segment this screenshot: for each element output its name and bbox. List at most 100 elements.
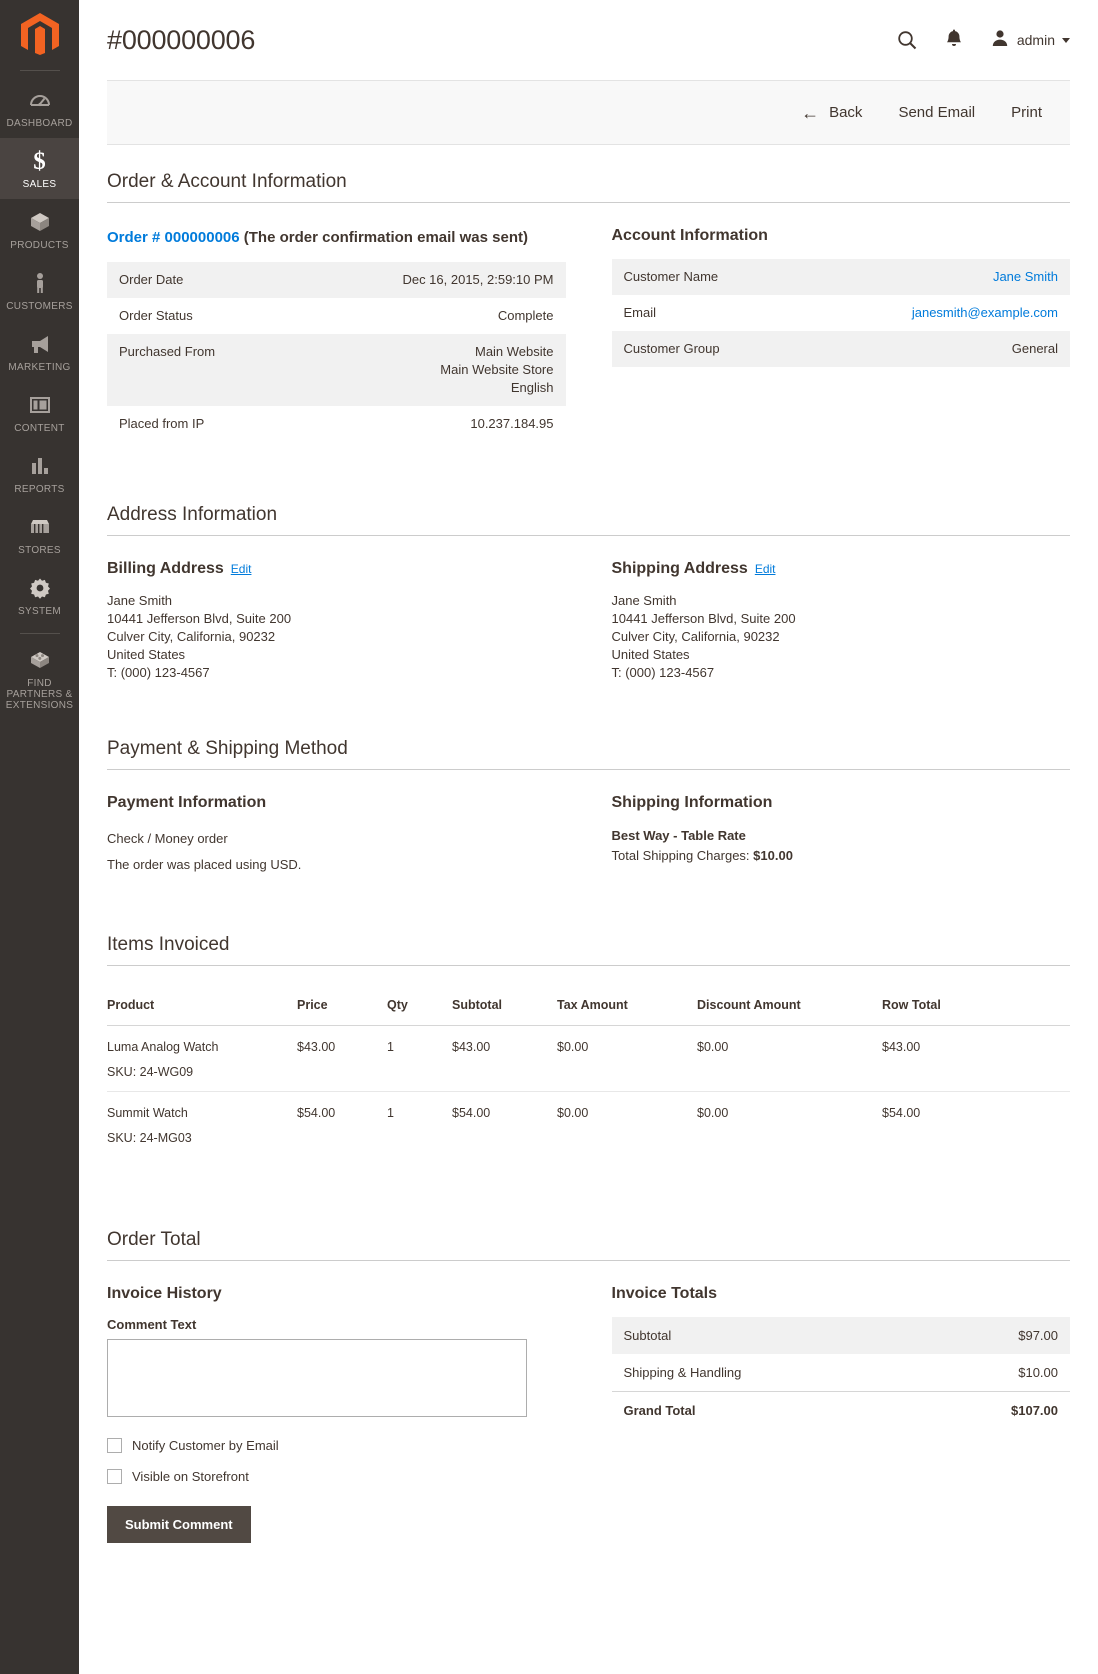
invoice-totals-table: Subtotal $97.00 Shipping & Handling $10.…: [611, 1317, 1071, 1429]
customer-email-link[interactable]: janesmith@example.com: [912, 305, 1058, 320]
order-account-columns: Order # 000000006 (The order confirmatio…: [107, 203, 1070, 442]
table-row: Luma Analog Watch SKU: 24-WG09 $43.00 1 …: [107, 1025, 1070, 1092]
chevron-down-icon: [1062, 37, 1070, 43]
billing-line: United States: [107, 647, 186, 662]
table-row: Customer Name Jane Smith: [611, 259, 1070, 295]
subtotal-label: Subtotal: [623, 1328, 672, 1343]
visible-storefront-row[interactable]: Visible on Storefront: [107, 1469, 566, 1484]
table-row: Summit Watch SKU: 24-MG03 $54.00 1 $54.0…: [107, 1092, 1070, 1158]
sidebar-item-content[interactable]: CONTENT: [0, 382, 79, 443]
bell-icon[interactable]: [944, 29, 964, 51]
notify-customer-label: Notify Customer by Email: [132, 1438, 279, 1453]
item-tax: $0.00: [557, 1106, 589, 1120]
billing-address-column: Billing Address Edit Jane Smith 10441 Jef…: [107, 536, 566, 682]
subtotal-value: $97.00: [1018, 1328, 1058, 1343]
billing-line: Culver City, California, 90232: [107, 629, 276, 644]
sidebar-item-sales[interactable]: $ SALES: [0, 138, 79, 199]
order-heading: Order # 000000006 (The order confirmatio…: [107, 227, 566, 249]
customer-name-link[interactable]: Jane Smith: [993, 269, 1058, 284]
sidebar-item-label: DASHBOARD: [6, 118, 73, 129]
account-information-column: Account Information Customer Name Jane S…: [611, 203, 1070, 442]
items-table-head: Product Price Qty Subtotal Tax Amount Di…: [107, 988, 1070, 1026]
comment-textarea[interactable]: [107, 1339, 527, 1417]
header-actions: admin: [896, 28, 1070, 53]
invoice-history-column: Invoice History Comment Text Notify Cust…: [107, 1261, 566, 1543]
invoice-totals-title: Invoice Totals: [611, 1285, 718, 1302]
table-row: Placed from IP 10.237.184.95: [107, 406, 566, 442]
sidebar-item-label: SALES: [22, 179, 57, 190]
sidebar-item-dashboard[interactable]: DASHBOARD: [0, 77, 79, 138]
table-header-row: Product Price Qty Subtotal Tax Amount Di…: [107, 988, 1070, 1026]
shipping-line: 10441 Jefferson Blvd, Suite 200: [611, 611, 796, 626]
item-price: $54.00: [297, 1106, 336, 1120]
column-price: Price: [297, 988, 387, 1026]
print-button[interactable]: Print: [1011, 104, 1042, 121]
item-product: Luma Analog Watch SKU: 24-WG09: [107, 1025, 297, 1092]
shipping-line: T: (000) 123-4567: [611, 665, 715, 680]
sidebar-item-reports[interactable]: REPORTS: [0, 443, 79, 504]
item-subtotal: $43.00: [452, 1025, 557, 1092]
payment-currency-note: The order was placed using USD.: [107, 857, 302, 872]
dashboard-icon: [27, 87, 53, 113]
billing-line: T: (000) 123-4567: [107, 665, 210, 680]
item-discount: $0.00: [697, 1025, 882, 1092]
order-number-link[interactable]: Order # 000000006: [107, 229, 240, 246]
visible-on-storefront-checkbox[interactable]: [107, 1469, 122, 1484]
billing-address-edit-link[interactable]: Edit: [231, 562, 252, 576]
shipping-address-edit-link[interactable]: Edit: [755, 562, 776, 576]
customer-group-label: Customer Group: [623, 341, 720, 356]
sidebar-item-products[interactable]: PRODUCTS: [0, 199, 79, 260]
sidebar-item-stores[interactable]: STORES: [0, 504, 79, 565]
page-actions-toolbar: ← Back Send Email Print: [107, 80, 1070, 145]
column-discount-amount: Discount Amount: [697, 988, 882, 1026]
account-information-title: Account Information: [611, 227, 768, 244]
order-date-label: Order Date: [119, 272, 184, 287]
submit-comment-button[interactable]: Submit Comment: [107, 1506, 251, 1543]
shipping-charges-value: $10.00: [753, 848, 793, 863]
sidebar-divider-bottom: [19, 633, 60, 634]
item-subtotal: $54.00: [452, 1106, 491, 1120]
billing-address-block: Jane Smith 10441 Jefferson Blvd, Suite 2…: [107, 592, 566, 682]
account-menu[interactable]: admin: [990, 28, 1070, 53]
section-title-order-account: Order & Account Information: [107, 145, 1070, 203]
magento-logo[interactable]: [0, 0, 79, 68]
section-title-payment-shipping: Payment & Shipping Method: [107, 682, 1070, 770]
customer-name-label: Customer Name: [623, 269, 719, 284]
billing-line: 10441 Jefferson Blvd, Suite 200: [107, 611, 292, 626]
invoice-history-title: Invoice History: [107, 1285, 222, 1302]
search-icon[interactable]: [896, 29, 918, 51]
notify-customer-checkbox[interactable]: [107, 1438, 122, 1453]
purchased-from-store: Main Website Store: [440, 362, 554, 377]
shipping-address-label: Shipping Address: [611, 560, 748, 577]
purchased-from-value: Main Website Main Website Store English: [294, 334, 566, 406]
send-email-button[interactable]: Send Email: [898, 104, 975, 121]
sidebar-item-customers[interactable]: CUSTOMERS: [0, 260, 79, 321]
shipping-line: United States: [611, 647, 690, 662]
item-row-total: $54.00: [882, 1106, 921, 1120]
sidebar-item-marketing[interactable]: MARKETING: [0, 321, 79, 382]
shipping-line: Jane Smith: [611, 593, 677, 608]
products-box-icon: [27, 209, 53, 235]
item-qty: 1: [387, 1106, 394, 1120]
purchased-from-view: English: [510, 380, 554, 395]
table-row: Customer Group General: [611, 331, 1070, 367]
shipping-charges-label: Total Shipping Charges:: [611, 848, 754, 863]
sidebar-item-find-partners[interactable]: FIND PARTNERS & EXTENSIONS: [0, 637, 79, 720]
shipping-line: Culver City, California, 90232: [611, 629, 780, 644]
item-product: Summit Watch SKU: 24-MG03: [107, 1092, 297, 1158]
notify-customer-row[interactable]: Notify Customer by Email: [107, 1438, 566, 1453]
gear-icon: [27, 575, 53, 601]
order-view-page: DASHBOARD $ SALES PRODUCTS CUSTOMERS MAR…: [0, 0, 1098, 1674]
customers-person-icon: [27, 270, 53, 296]
payment-shipping-columns: Payment Information Check / Money order …: [107, 770, 1070, 878]
sidebar-item-label: PRODUCTS: [10, 240, 69, 251]
back-button[interactable]: ← Back: [801, 104, 862, 122]
purchased-from-website: Main Website: [474, 344, 554, 359]
table-row: Shipping & Handling $10.00: [612, 1354, 1071, 1392]
billing-address-title: Billing Address Edit: [107, 560, 566, 578]
payment-information-title: Payment Information: [107, 794, 267, 811]
shipping-address-block: Jane Smith 10441 Jefferson Blvd, Suite 2…: [612, 592, 1071, 682]
megaphone-icon: [27, 331, 53, 357]
sidebar-item-system[interactable]: SYSTEM: [0, 565, 79, 626]
shipping-charges: Total Shipping Charges: $10.00: [612, 846, 1071, 866]
